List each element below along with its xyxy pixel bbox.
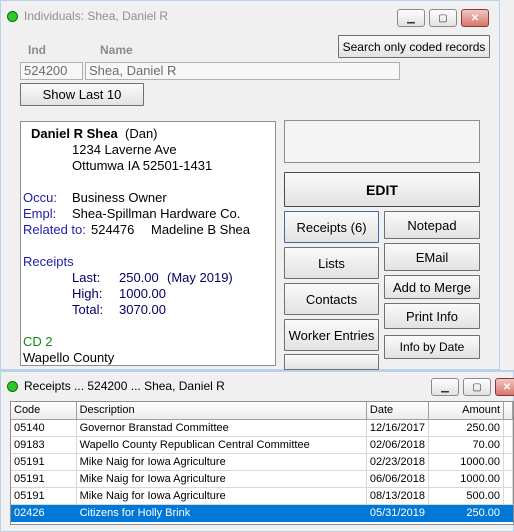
cell-description: Citizens for Holly Brink bbox=[76, 504, 367, 522]
grid-header: Code Description Date Amount bbox=[11, 402, 513, 420]
table-row[interactable]: 09183 Wapello County Republican Central … bbox=[11, 436, 513, 454]
lists-button[interactable]: Lists bbox=[284, 247, 379, 279]
table-row-selected[interactable]: 02426 Citizens for Holly Brink 05/31/201… bbox=[11, 504, 513, 522]
status-dot-icon bbox=[7, 10, 18, 22]
close-icon[interactable]: ✕ bbox=[461, 9, 489, 27]
window-title: Individuals: Shea, Daniel R bbox=[24, 9, 169, 23]
table-row[interactable]: 05140 Governor Branstad Committee 12/16/… bbox=[11, 419, 513, 437]
individual-info-card: Daniel R Shea (Dan) 1234 Laverne Ave Ott… bbox=[20, 121, 276, 366]
empl-value: Shea-Spillman Hardware Co. bbox=[72, 206, 241, 221]
minimize-icon[interactable]: ▁ bbox=[431, 378, 459, 396]
receipts-heading: Receipts bbox=[23, 254, 74, 269]
county: Wapello County bbox=[23, 350, 115, 365]
nickname: (Dan) bbox=[125, 126, 158, 141]
col-description[interactable]: Description bbox=[76, 402, 367, 420]
empl-label: Empl: bbox=[23, 206, 57, 221]
maximize-icon[interactable]: ▢ bbox=[463, 378, 491, 396]
show-last-10-button[interactable]: Show Last 10 bbox=[20, 83, 144, 106]
occu-value: Business Owner bbox=[72, 190, 167, 205]
name-field[interactable]: Shea, Daniel R bbox=[85, 62, 400, 80]
search-coded-button[interactable]: Search only coded records bbox=[338, 35, 490, 58]
col-extra bbox=[503, 402, 513, 420]
total-value: 3070.00 bbox=[119, 302, 166, 317]
email-button[interactable]: EMail bbox=[384, 243, 480, 271]
high-label: High: bbox=[72, 286, 103, 301]
cell-date: 08/13/2018 bbox=[366, 487, 429, 505]
cell-date: 06/06/2018 bbox=[366, 470, 429, 488]
cell-date: 12/16/2017 bbox=[366, 419, 429, 437]
full-name: Daniel R Shea bbox=[31, 126, 118, 141]
col-amount[interactable]: Amount bbox=[428, 402, 505, 420]
cell-amount: 1000.00 bbox=[428, 470, 505, 488]
worker-entries-button[interactable]: Worker Entries bbox=[284, 319, 379, 351]
occu-label: Occu: bbox=[23, 190, 57, 205]
contacts-button[interactable]: Contacts bbox=[284, 283, 379, 315]
notepad-button[interactable]: Notepad bbox=[384, 211, 480, 239]
address-line-2: Ottumwa IA 52501-1431 bbox=[72, 158, 213, 173]
cell-description: Mike Naig for Iowa Agriculture bbox=[76, 470, 367, 488]
cell-code: 02426 bbox=[11, 504, 77, 522]
cell-extra bbox=[503, 487, 513, 505]
receipts-grid[interactable]: Code Description Date Amount 05140 Gover… bbox=[10, 401, 514, 525]
hidden-button[interactable] bbox=[284, 354, 379, 370]
cell-amount: 500.00 bbox=[428, 487, 505, 505]
related-label: Related to: bbox=[23, 222, 86, 237]
edit-button[interactable]: EDIT bbox=[284, 172, 480, 207]
status-dot-icon bbox=[7, 380, 18, 392]
cell-extra bbox=[503, 470, 513, 488]
cell-extra bbox=[503, 436, 513, 454]
minimize-icon[interactable]: ▁ bbox=[397, 9, 425, 27]
cell-amount: 250.00 bbox=[428, 504, 505, 522]
individuals-window: Individuals: Shea, Daniel R ▁ ▢ ✕ Ind Na… bbox=[0, 0, 500, 370]
maximize-icon[interactable]: ▢ bbox=[429, 9, 457, 27]
receipts-title: Receipts ... 524200 ... Shea, Daniel R bbox=[24, 379, 225, 393]
last-date: (May 2019) bbox=[167, 270, 233, 285]
col-code[interactable]: Code bbox=[11, 402, 77, 420]
cell-amount: 70.00 bbox=[428, 436, 505, 454]
close-icon[interactable]: ✕ bbox=[495, 378, 514, 396]
cell-extra bbox=[503, 419, 513, 437]
info-by-date-button[interactable]: Info by Date bbox=[384, 335, 480, 359]
cell-date: 05/31/2019 bbox=[366, 504, 429, 522]
high-value: 1000.00 bbox=[119, 286, 166, 301]
related-id: 524476 bbox=[91, 222, 135, 237]
ind-label: Ind bbox=[28, 43, 46, 57]
cell-description: Mike Naig for Iowa Agriculture bbox=[76, 487, 367, 505]
receipts-titlebar[interactable]: Receipts ... 524200 ... Shea, Daniel R ▁… bbox=[1, 372, 514, 400]
cell-extra bbox=[503, 504, 513, 522]
cell-code: 05191 bbox=[11, 470, 77, 488]
cell-amount: 1000.00 bbox=[428, 453, 505, 471]
last-label: Last: bbox=[72, 270, 101, 285]
col-date[interactable]: Date bbox=[366, 402, 429, 420]
table-row[interactable]: 05191 Mike Naig for Iowa Agriculture 08/… bbox=[11, 487, 513, 505]
cell-code: 05191 bbox=[11, 487, 77, 505]
cd-label: CD 2 bbox=[23, 334, 53, 349]
cell-description: Wapello County Republican Central Commit… bbox=[76, 436, 367, 454]
cell-amount: 250.00 bbox=[428, 419, 505, 437]
cell-date: 02/23/2018 bbox=[366, 453, 429, 471]
add-to-merge-button[interactable]: Add to Merge bbox=[384, 275, 480, 299]
cell-code: 05140 bbox=[11, 419, 77, 437]
cell-date: 02/06/2018 bbox=[366, 436, 429, 454]
receipts-button[interactable]: Receipts (6) bbox=[284, 211, 379, 243]
total-label: Total: bbox=[72, 302, 104, 317]
cell-description: Mike Naig for Iowa Agriculture bbox=[76, 453, 367, 471]
ind-field[interactable]: 524200 bbox=[20, 62, 83, 80]
last-value: 250.00 bbox=[119, 270, 159, 285]
print-info-button[interactable]: Print Info bbox=[384, 303, 480, 329]
cell-code: 05191 bbox=[11, 453, 77, 471]
table-row[interactable]: 05191 Mike Naig for Iowa Agriculture 02/… bbox=[11, 453, 513, 471]
address-line-1: 1234 Laverne Ave bbox=[72, 142, 177, 157]
cell-description: Governor Branstad Committee bbox=[76, 419, 367, 437]
table-row[interactable]: 05191 Mike Naig for Iowa Agriculture 06/… bbox=[11, 470, 513, 488]
individuals-titlebar[interactable]: Individuals: Shea, Daniel R ▁ ▢ ✕ bbox=[1, 1, 499, 31]
name-label: Name bbox=[100, 43, 133, 57]
cell-code: 09183 bbox=[11, 436, 77, 454]
image-panel bbox=[284, 120, 480, 163]
cell-extra bbox=[503, 453, 513, 471]
related-name: Madeline B Shea bbox=[151, 222, 251, 237]
